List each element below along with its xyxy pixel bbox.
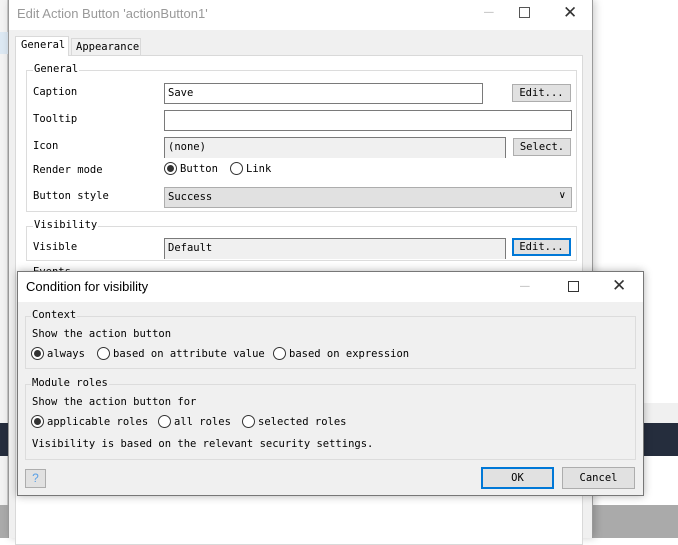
visible-edit-button[interactable]: Edit...	[512, 238, 571, 256]
condition-for-visibility-dialog: Condition for visibility — ✕ Context Sho…	[17, 271, 644, 496]
context-expression-radio[interactable]: based on expression	[273, 347, 409, 360]
radio-checked-icon	[31, 415, 44, 428]
context-attribute-radio[interactable]: based on attribute value	[97, 347, 265, 360]
radio-checked-icon	[164, 162, 177, 175]
context-group: Context	[25, 309, 636, 369]
button-style-select[interactable]: Success ∨	[164, 187, 572, 208]
maximize-icon[interactable]	[568, 281, 579, 292]
question-icon: ?	[32, 471, 39, 485]
help-button[interactable]: ?	[25, 469, 46, 488]
background-left-highlight	[0, 32, 8, 54]
tab-general[interactable]: General	[15, 36, 69, 56]
icon-label: Icon	[33, 140, 59, 152]
radio-unchecked-icon	[273, 347, 286, 360]
roles-prompt: Show the action button for	[32, 396, 197, 408]
icon-select-button[interactable]: Select.	[513, 138, 571, 156]
roles-note: Visibility is based on the relevant secu…	[32, 438, 374, 450]
render-mode-link-radio[interactable]: Link	[230, 162, 271, 175]
radio-unchecked-icon	[158, 415, 171, 428]
title-bar: Edit Action Button 'actionButton1' — ✕	[9, 0, 592, 30]
chevron-down-icon: ∨	[558, 190, 566, 201]
minimize-icon[interactable]: —	[520, 278, 530, 294]
caption-input[interactable]: Save	[164, 83, 483, 104]
ok-button[interactable]: OK	[481, 467, 554, 489]
minimize-icon[interactable]: —	[484, 4, 494, 20]
icon-input: (none)	[164, 137, 506, 158]
maximize-icon[interactable]	[519, 7, 530, 18]
render-mode-button-radio[interactable]: Button	[164, 162, 218, 175]
caption-edit-button[interactable]: Edit...	[512, 84, 571, 102]
tooltip-label: Tooltip	[33, 113, 78, 125]
dialog-title: Condition for visibility	[26, 279, 149, 294]
caption-label: Caption	[33, 86, 78, 98]
close-icon[interactable]: ✕	[563, 4, 577, 21]
roles-all-radio[interactable]: all roles	[158, 415, 231, 428]
cancel-button[interactable]: Cancel	[562, 467, 635, 489]
roles-applicable-radio[interactable]: applicable roles	[31, 415, 148, 428]
tooltip-input[interactable]	[164, 110, 572, 131]
dialog-title: Edit Action Button 'actionButton1'	[17, 6, 208, 21]
button-style-label: Button style	[33, 190, 109, 202]
visible-input: Default	[164, 238, 506, 259]
close-icon[interactable]: ✕	[612, 277, 626, 294]
background-left-strip	[0, 0, 8, 538]
render-mode-label: Render mode	[33, 164, 103, 176]
radio-unchecked-icon	[242, 415, 255, 428]
context-prompt: Show the action button	[32, 328, 172, 340]
context-always-radio[interactable]: always	[31, 347, 85, 360]
radio-unchecked-icon	[230, 162, 243, 175]
title-bar: Condition for visibility — ✕	[18, 272, 643, 302]
roles-selected-radio[interactable]: selected roles	[242, 415, 347, 428]
radio-unchecked-icon	[97, 347, 110, 360]
radio-checked-icon	[31, 347, 44, 360]
visible-label: Visible	[33, 241, 78, 253]
tab-appearance[interactable]: Appearance	[71, 38, 141, 56]
